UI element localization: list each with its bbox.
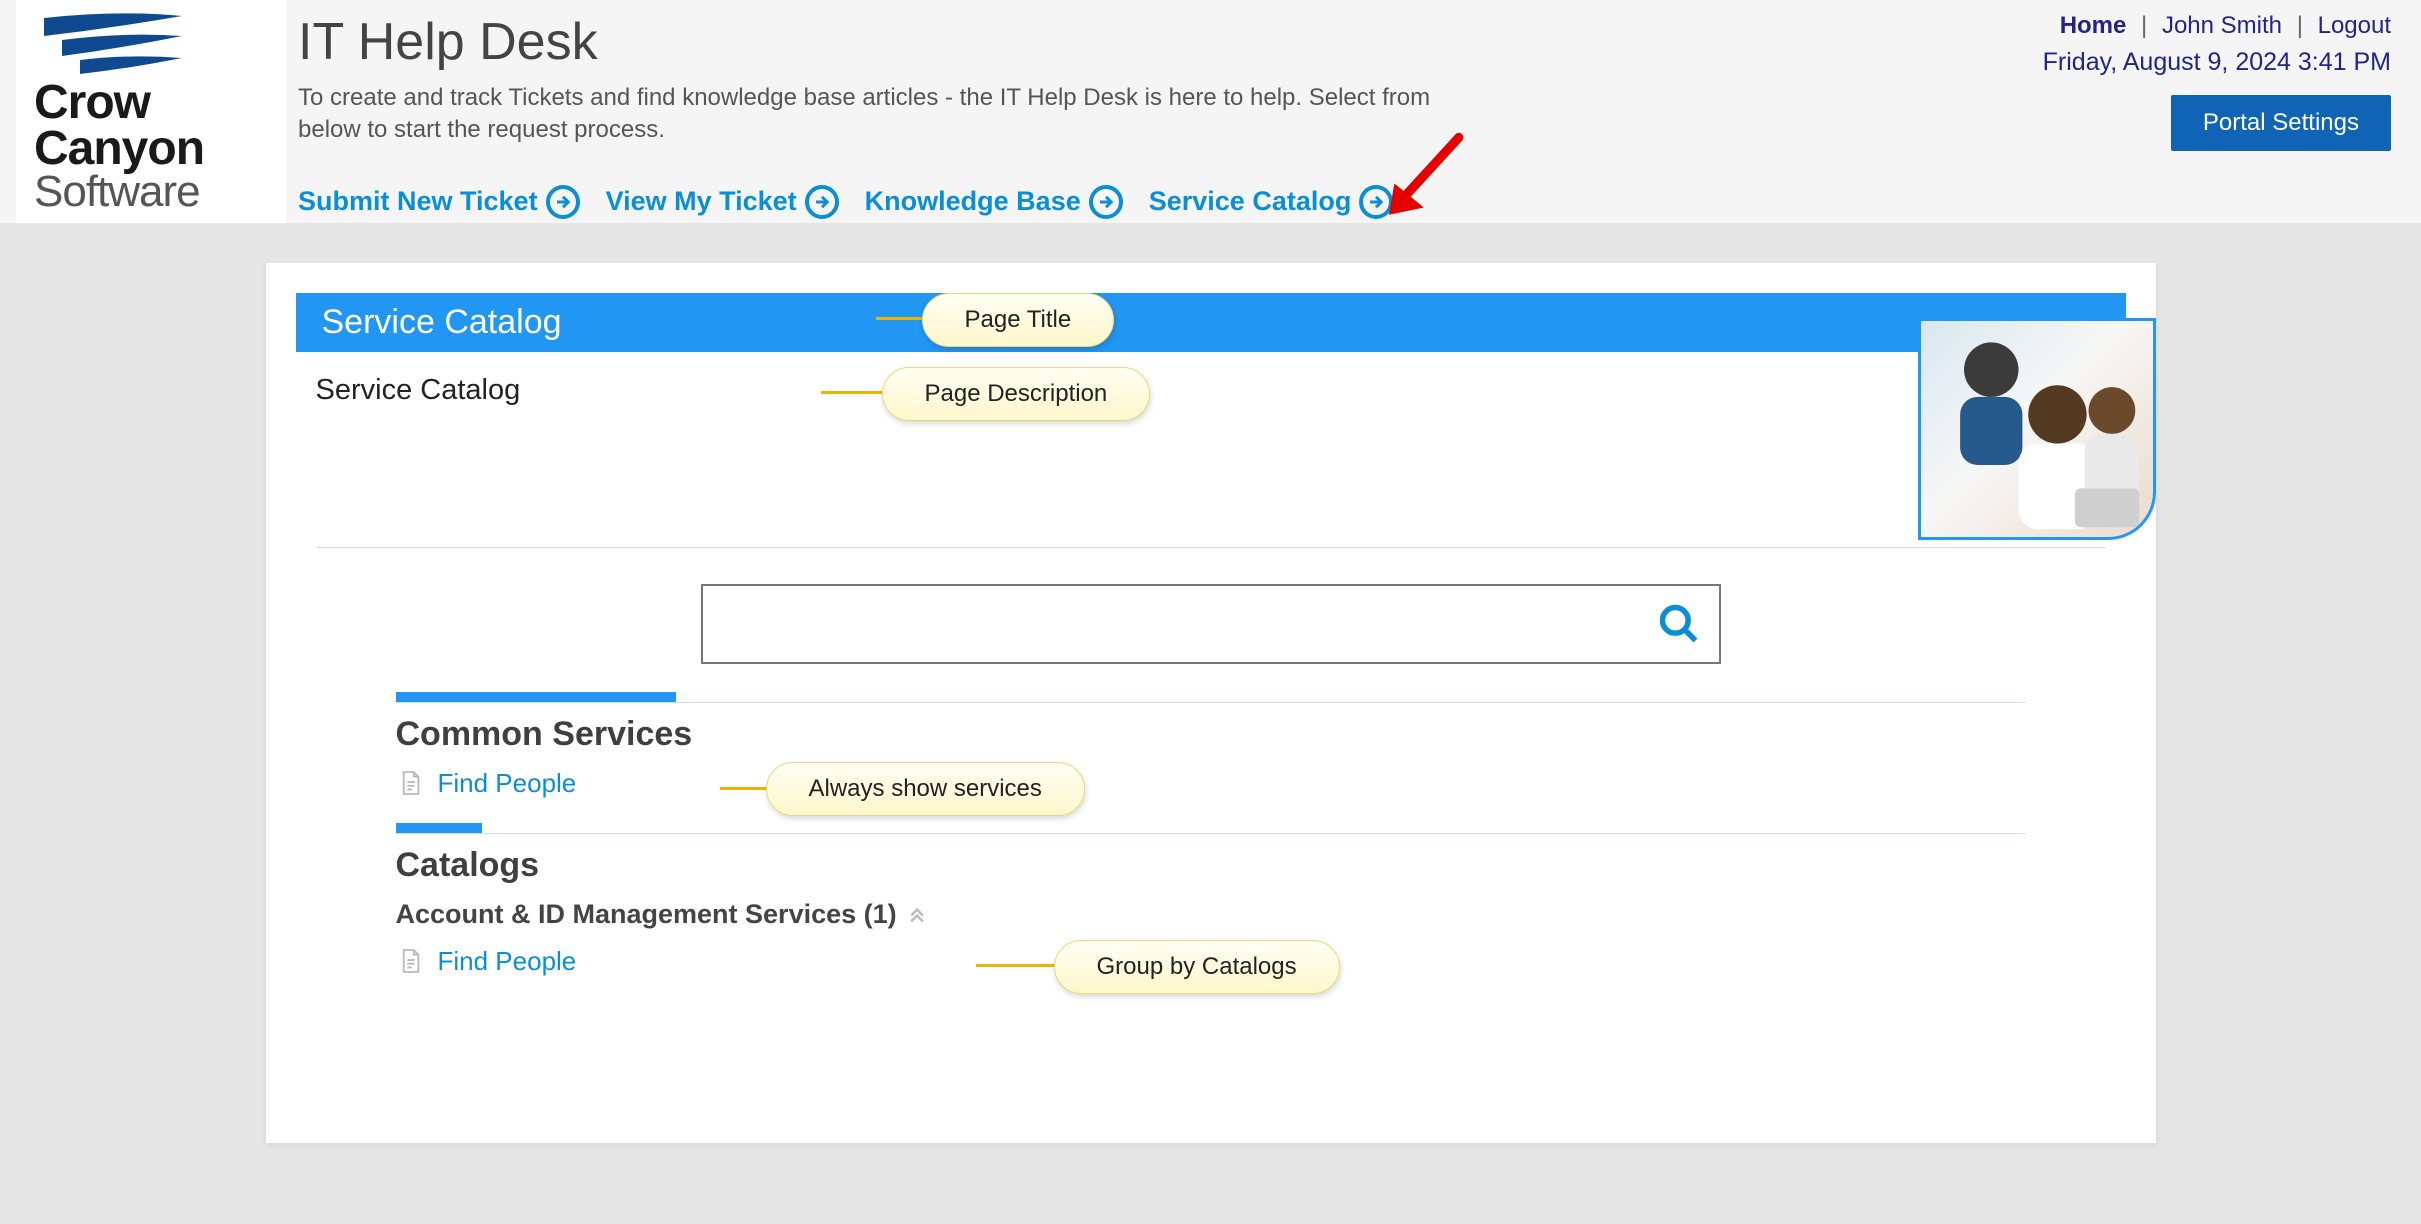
header-main: IT Help Desk To create and track Tickets… (286, 0, 1971, 219)
datetime-display: Friday, August 9, 2024 3:41 PM (1971, 48, 2391, 77)
callout-connector (876, 317, 922, 320)
brand-logo: Crow Canyon Software (16, 0, 286, 223)
divider (396, 833, 2026, 834)
portal-title: IT Help Desk (298, 12, 1971, 72)
callout-always-show: Always show services (766, 762, 1085, 816)
primary-nav: Submit New Ticket View My Ticket Knowled… (298, 185, 1971, 219)
page-title: Service Catalog (322, 303, 562, 341)
nav-knowledge-base[interactable]: Knowledge Base (865, 185, 1123, 219)
catalog-group-name: Account & ID Management Services (1) (396, 899, 897, 930)
catalog-group[interactable]: Account & ID Management Services (1) (396, 899, 2026, 930)
arrow-right-circle-icon (805, 185, 839, 219)
divider (396, 702, 2026, 703)
arrow-right-circle-icon (1089, 185, 1123, 219)
document-icon (400, 948, 422, 974)
callout-page-title: Page Title (922, 293, 1115, 347)
section-accent (396, 823, 482, 833)
nav-submit-ticket[interactable]: Submit New Ticket (298, 185, 580, 219)
chevron-up-icon (907, 899, 927, 930)
content-card: Service Catalog Service Catalog Page Tit… (266, 263, 2156, 1143)
nav-label: Knowledge Base (865, 186, 1081, 217)
app-header: Crow Canyon Software IT Help Desk To cre… (0, 0, 2421, 223)
callout-connector (720, 787, 768, 790)
service-item: Find People (400, 768, 2026, 799)
services-area: Common Services Find People Always show … (396, 692, 2026, 977)
top-links: Home | John Smith | Logout (1971, 12, 2391, 40)
callout-connector (976, 964, 1056, 967)
nav-view-ticket[interactable]: View My Ticket (606, 185, 839, 219)
hero-image (1918, 318, 2156, 540)
callout-group-by: Group by Catalogs (1054, 940, 1340, 994)
nav-service-catalog[interactable]: Service Catalog (1149, 185, 1394, 219)
service-link-find-people[interactable]: Find People (438, 768, 577, 799)
catalogs-heading: Catalogs (396, 846, 2026, 885)
arrow-right-circle-icon (1359, 185, 1393, 219)
arrow-right-circle-icon (546, 185, 580, 219)
portal-settings-button[interactable]: Portal Settings (2171, 95, 2391, 151)
nav-label: View My Ticket (606, 186, 797, 217)
service-link-find-people[interactable]: Find People (438, 946, 577, 977)
search-icon[interactable] (1657, 602, 1701, 646)
nav-label: Submit New Ticket (298, 186, 538, 217)
logout-link[interactable]: Logout (2318, 12, 2391, 39)
separator: | (2297, 12, 2303, 39)
section-accent (396, 692, 676, 702)
home-link[interactable]: Home (2060, 12, 2127, 39)
callout-connector (821, 391, 883, 394)
search-row (266, 584, 2156, 664)
logo-swoosh-icon (34, 8, 184, 80)
page-title-bar: Service Catalog (296, 293, 2126, 352)
document-icon (400, 770, 422, 796)
divider (316, 547, 2106, 548)
callout-page-description: Page Description (882, 367, 1151, 421)
separator: | (2141, 12, 2147, 39)
user-link[interactable]: John Smith (2162, 12, 2282, 39)
portal-description: To create and track Tickets and find kno… (298, 82, 1498, 147)
page-description: Service Catalog (266, 352, 2156, 407)
catalog-search-input[interactable] (701, 584, 1721, 664)
common-services-heading: Common Services (396, 715, 2026, 754)
header-right: Home | John Smith | Logout Friday, Augus… (1971, 0, 2391, 151)
logo-text: Crow Canyon Software (34, 80, 204, 213)
nav-label: Service Catalog (1149, 186, 1352, 217)
